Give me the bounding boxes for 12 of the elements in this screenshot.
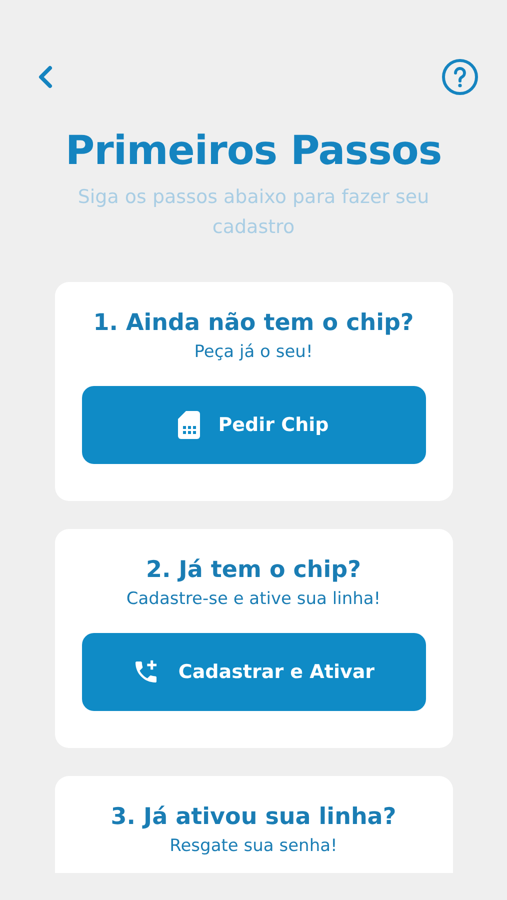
step-subtitle: Peça já o seu! [194,342,313,362]
step-title: 2. Já tem o chip? [146,557,361,583]
help-button[interactable] [441,58,479,96]
step-subtitle: Cadastre-se e ative sua linha! [126,589,381,609]
step-title: 3. Já ativou sua linha? [110,804,396,830]
page-title: Primeiros Passos [65,128,442,174]
step-button[interactable]: Pedir Chip [82,386,426,464]
step-button[interactable]: Cadastrar e Ativar [82,633,426,711]
step-subtitle: Resgate sua senha! [170,836,338,856]
sim-card-icon [178,411,200,439]
page-subtitle: Siga os passos abaixo para fazer seu cadastro [76,185,430,240]
step-title: 1. Ainda não tem o chip? [93,310,414,336]
